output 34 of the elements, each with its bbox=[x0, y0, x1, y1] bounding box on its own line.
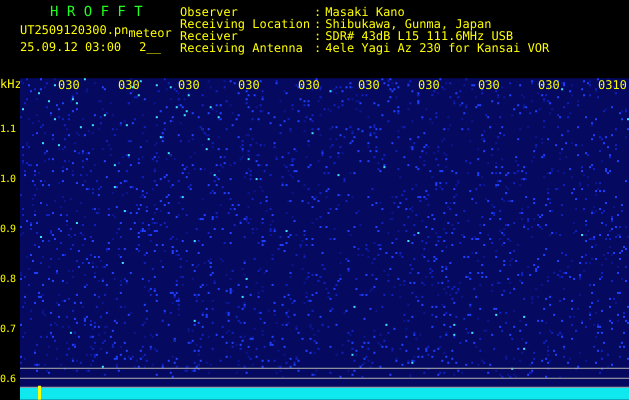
info-separator: : bbox=[314, 6, 322, 18]
info-value: Shibukawa, Gunma, Japan bbox=[325, 18, 492, 30]
time-label: 030 bbox=[178, 79, 200, 91]
app-title: H R O F F T bbox=[49, 5, 144, 19]
info-value: SDR# 43dB L15 111.6MHz USB bbox=[325, 30, 514, 42]
axis-label: 0.8 bbox=[0, 274, 16, 286]
info-value: Masaki Kano bbox=[325, 6, 406, 18]
time-label: 030 bbox=[118, 79, 140, 91]
axis-unit: kHz bbox=[0, 78, 22, 90]
info-label: Receiver bbox=[180, 30, 238, 42]
axis-label: 0.7 bbox=[0, 324, 16, 336]
time-label: 0310 bbox=[598, 79, 627, 91]
time-label: 030 bbox=[478, 79, 500, 91]
date-time: 25.09.12 03:00 bbox=[20, 41, 122, 53]
info-separator: : bbox=[314, 18, 322, 30]
code-label: 2__ bbox=[139, 41, 161, 53]
filename: UT2509120300.pn bbox=[20, 24, 128, 36]
info-separator: : bbox=[314, 30, 322, 42]
info-separator: : bbox=[314, 42, 322, 54]
info-label: Receiving Antenna bbox=[180, 42, 304, 54]
axis-label: 0.9 bbox=[0, 224, 16, 236]
time-label: 030 bbox=[418, 79, 440, 91]
info-label: Receiving Location bbox=[180, 18, 310, 30]
info-value: 4ele Yagi Az 230 for Kansai VOR bbox=[325, 42, 550, 54]
axis-label: 1.0 bbox=[0, 174, 16, 186]
axis-label: 0.6 bbox=[0, 374, 16, 386]
time-label: 030 bbox=[358, 79, 380, 91]
axis-label: 1.1 bbox=[0, 124, 16, 136]
mode-label: meteor bbox=[128, 27, 172, 39]
time-label: 030 bbox=[538, 79, 560, 91]
time-label: 030 bbox=[298, 79, 320, 91]
time-label: 030 bbox=[58, 79, 80, 91]
info-label: Observer bbox=[180, 6, 238, 18]
time-label: 030 bbox=[238, 79, 260, 91]
